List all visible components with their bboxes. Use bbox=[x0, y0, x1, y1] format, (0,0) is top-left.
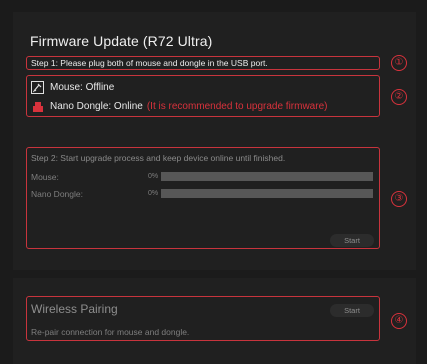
dongle-progress-label: Nano Dongle: bbox=[31, 189, 83, 199]
marker-1: ① bbox=[391, 55, 407, 71]
mouse-progress-bar bbox=[161, 172, 373, 181]
marker-3: ③ bbox=[391, 191, 407, 207]
mouse-progress-percent: 0% bbox=[148, 173, 159, 180]
dongle-status-label: Nano Dongle: Online bbox=[50, 101, 143, 112]
start-pairing-button[interactable]: Start bbox=[330, 304, 374, 317]
dongle-progress-bar bbox=[161, 189, 373, 198]
dongle-status-row: Nano Dongle: Online (It is recommended t… bbox=[31, 100, 327, 113]
step1-box: Step 1: Please plug both of mouse and do… bbox=[26, 56, 380, 70]
start-upgrade-button[interactable]: Start bbox=[330, 234, 374, 247]
mouse-icon bbox=[31, 81, 44, 94]
step1-text: Step 1: Please plug both of mouse and do… bbox=[31, 58, 268, 68]
step2-text: Step 2: Start upgrade process and keep d… bbox=[31, 153, 286, 163]
mouse-status-label: Mouse: Offline bbox=[50, 82, 115, 93]
page-title: Firmware Update (R72 Ultra) bbox=[30, 33, 213, 49]
wireless-pairing-title: Wireless Pairing bbox=[31, 302, 118, 316]
upgrade-warning: (It is recommended to upgrade firmware) bbox=[146, 101, 328, 112]
step2-box: Step 2: Start upgrade process and keep d… bbox=[26, 147, 380, 249]
mouse-status-row: Mouse: Offline bbox=[31, 81, 114, 94]
device-status-box: Mouse: Offline Nano Dongle: Online (It i… bbox=[26, 75, 380, 117]
dongle-icon bbox=[31, 100, 44, 113]
mouse-progress-label: Mouse: bbox=[31, 172, 59, 182]
wireless-pairing-description: Re-pair connection for mouse and dongle. bbox=[31, 327, 190, 337]
dongle-progress-percent: 0% bbox=[148, 190, 159, 197]
wireless-pairing-box: Wireless Pairing Start Re-pair connectio… bbox=[26, 296, 380, 341]
marker-4: ④ bbox=[391, 313, 407, 329]
marker-2: ② bbox=[391, 89, 407, 105]
